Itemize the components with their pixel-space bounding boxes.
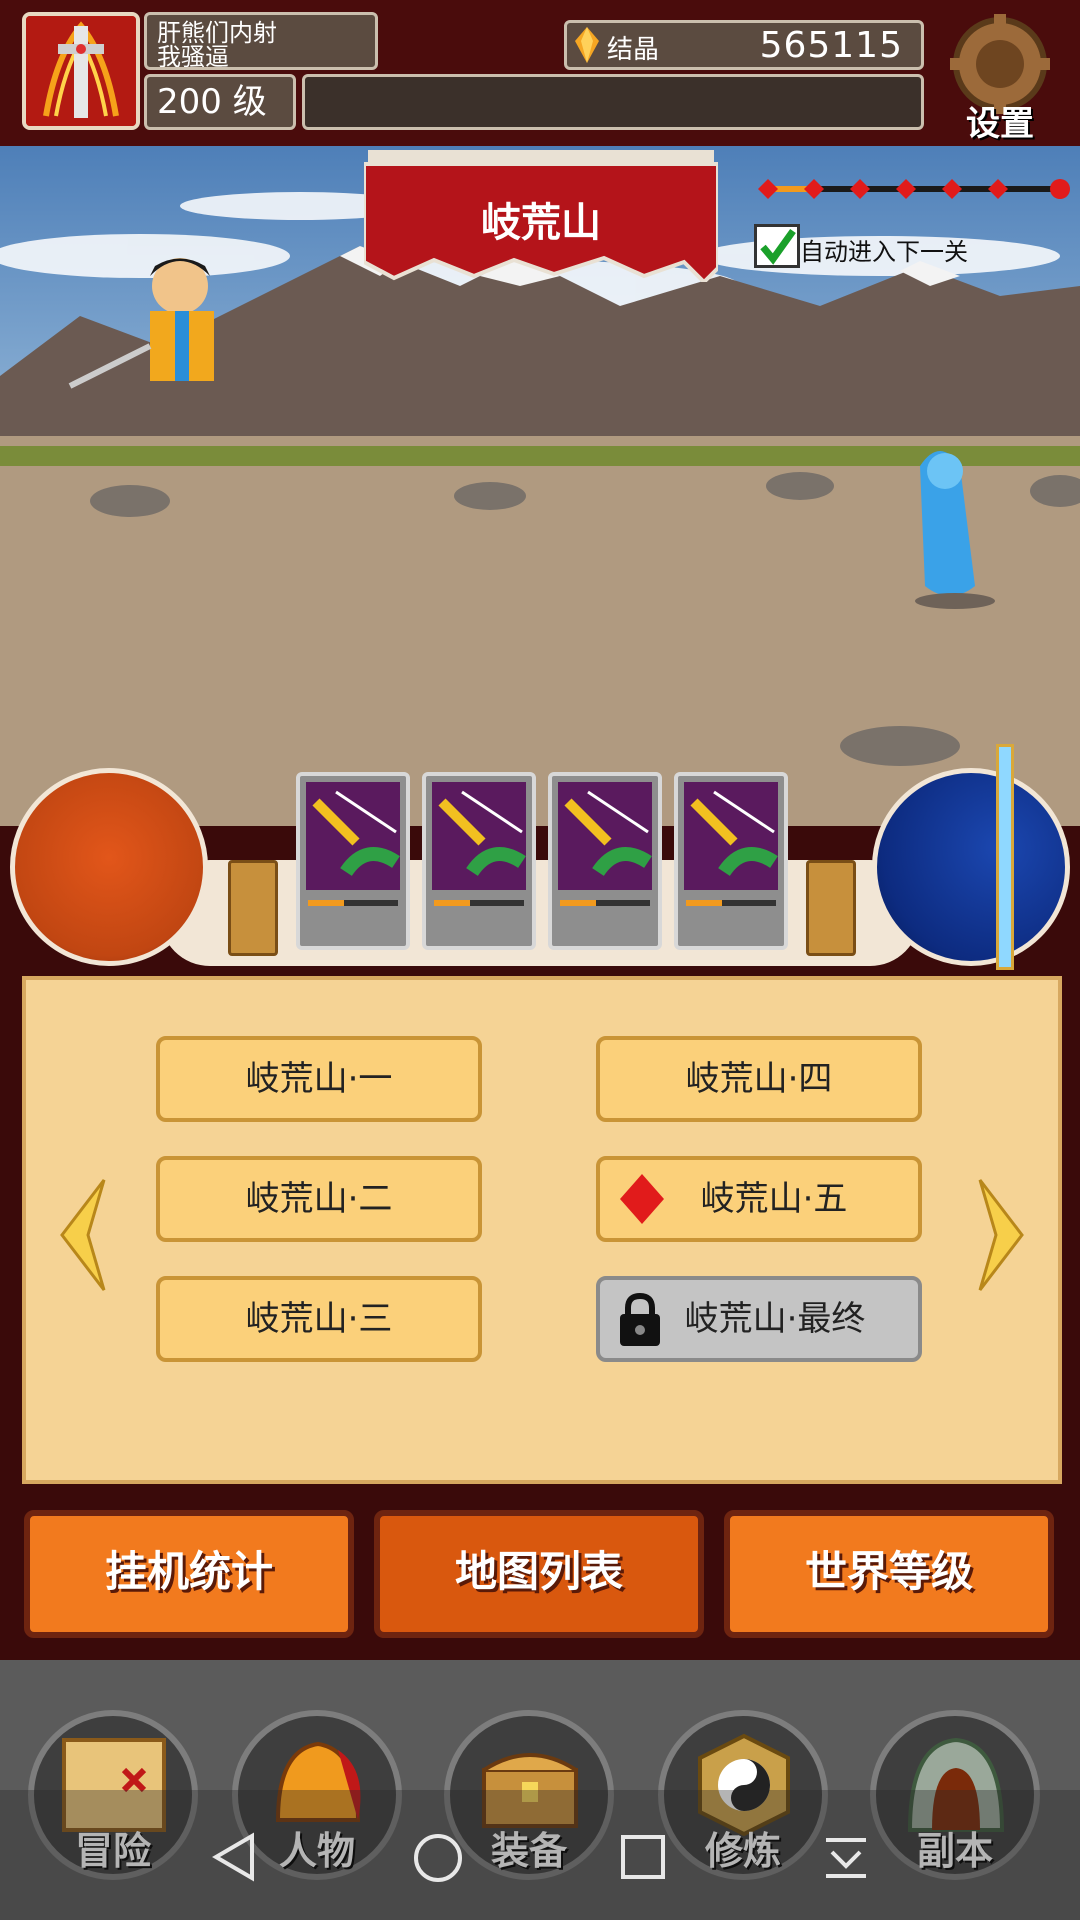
mana-orb — [872, 768, 1070, 966]
sword-gauge — [996, 744, 1014, 970]
map-button-4[interactable]: 岐荒山·四 — [596, 1036, 922, 1122]
settings-label: 设置 — [966, 104, 1034, 144]
experience-bar — [302, 74, 924, 130]
crystal-icon — [575, 27, 599, 63]
crystal-label: 结晶 — [607, 35, 660, 65]
tab-world-level[interactable]: 世界等级 — [724, 1510, 1054, 1638]
player-name: 肝熊们内射 我骚逼 — [144, 12, 378, 70]
settings-button[interactable]: 设置 — [940, 14, 1060, 144]
tab-map-list[interactable]: 地图列表 — [374, 1510, 704, 1638]
auto-next-checkbox[interactable] — [754, 224, 800, 268]
map-button-3[interactable]: 岐荒山·三 — [156, 1276, 482, 1362]
map-button-2[interactable]: 岐荒山·二 — [156, 1156, 482, 1242]
tab-idle-stats[interactable]: 挂机统计 — [24, 1510, 354, 1638]
card-deck-left[interactable] — [228, 860, 278, 956]
next-page-arrow-icon[interactable] — [976, 1176, 1026, 1294]
skill-card-art — [558, 782, 652, 890]
checkmark-icon — [760, 228, 796, 265]
player-avatar[interactable] — [22, 12, 140, 130]
crystal-value: 565115 — [759, 25, 903, 66]
skill-card[interactable] — [548, 772, 662, 950]
skill-card[interactable] — [422, 772, 536, 950]
skill-card-art — [684, 782, 778, 890]
skill-card[interactable] — [674, 772, 788, 950]
home-icon[interactable] — [412, 1832, 464, 1884]
skill-card-art — [306, 782, 400, 890]
map-button-5[interactable]: 岐荒山·五 — [596, 1156, 922, 1242]
recents-icon[interactable] — [620, 1834, 666, 1880]
map-button-5-label: 岐荒山·五 — [700, 1179, 848, 1219]
map-button-final-label: 岐荒山·最终 — [684, 1299, 866, 1339]
previous-page-arrow-icon[interactable] — [58, 1176, 108, 1294]
card-deck-right[interactable] — [806, 860, 856, 956]
lock-icon — [620, 1292, 660, 1346]
current-stage-diamond-icon — [620, 1174, 664, 1224]
skill-card-art — [432, 782, 526, 890]
map-button-final[interactable]: 岐荒山·最终 — [596, 1276, 922, 1362]
sword-emblem-icon — [26, 16, 136, 126]
player-level: 200 级 — [144, 74, 296, 130]
health-orb — [10, 768, 208, 966]
skill-card[interactable] — [296, 772, 410, 950]
map-button-1[interactable]: 岐荒山·一 — [156, 1036, 482, 1122]
back-icon[interactable] — [210, 1832, 258, 1882]
notification-pulldown-icon[interactable] — [822, 1836, 870, 1880]
system-navigation-bar — [0, 1790, 1080, 1920]
crystal-counter: 结晶 565115 — [564, 20, 924, 70]
stage-title: 岐荒山 — [481, 200, 601, 246]
stage-progress-track — [758, 179, 1070, 199]
auto-next-label: 自动进入下一关 — [800, 238, 968, 266]
